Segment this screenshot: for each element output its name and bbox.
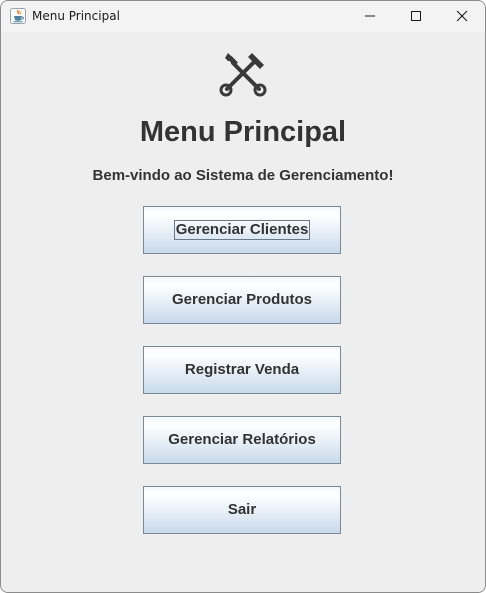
window-title: Menu Principal [32, 9, 120, 23]
manage-clients-label: Gerenciar Clientes [173, 220, 311, 240]
manage-reports-button[interactable]: Gerenciar Relatórios [143, 416, 341, 464]
maximize-button[interactable] [393, 1, 439, 31]
java-cup-icon [10, 8, 26, 24]
app-window: Menu Principal Menu Principal Bem-vindo … [0, 0, 486, 593]
welcome-message: Bem-vindo ao Sistema de Gerenciamento! [92, 167, 394, 184]
register-sale-button[interactable]: Registrar Venda [143, 346, 341, 394]
exit-label: Sair [227, 501, 257, 518]
manage-products-label: Gerenciar Produtos [171, 291, 313, 308]
exit-button[interactable]: Sair [143, 486, 341, 534]
register-sale-label: Registrar Venda [184, 361, 300, 378]
tools-icon [219, 53, 267, 97]
minimize-icon [365, 15, 375, 17]
page-title: Menu Principal [139, 116, 347, 148]
close-icon [456, 10, 468, 22]
main-panel: Menu Principal Bem-vindo ao Sistema de G… [1, 32, 485, 592]
title-bar[interactable]: Menu Principal [1, 1, 485, 32]
close-button[interactable] [439, 1, 485, 31]
maximize-icon [411, 11, 421, 21]
manage-products-button[interactable]: Gerenciar Produtos [143, 276, 341, 324]
minimize-button[interactable] [347, 1, 393, 31]
manage-reports-label: Gerenciar Relatórios [168, 431, 316, 448]
manage-clients-button[interactable]: Gerenciar Clientes [143, 206, 341, 254]
